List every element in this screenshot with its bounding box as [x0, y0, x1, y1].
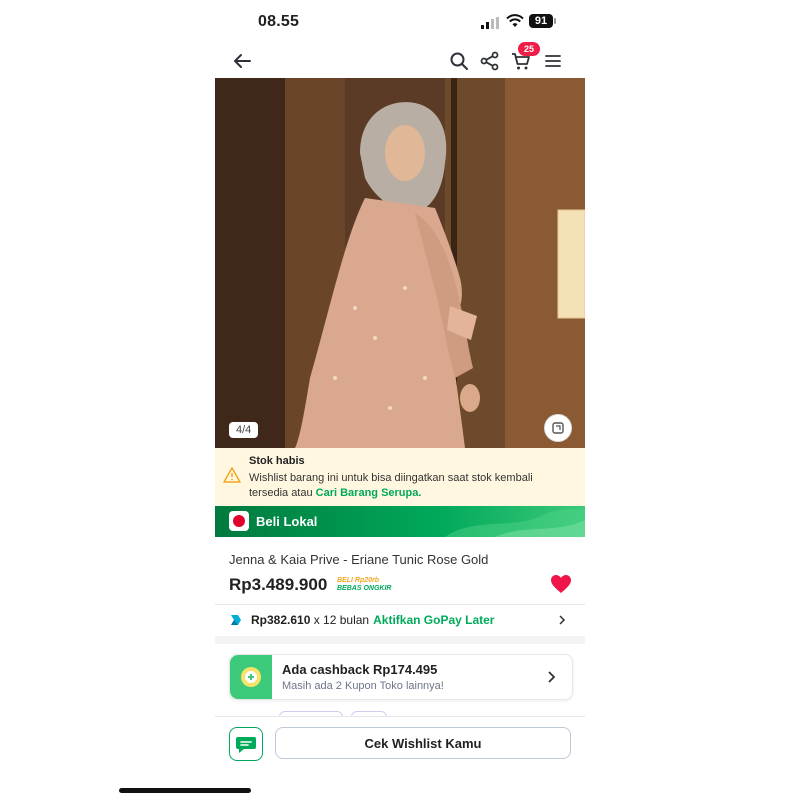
cashback-coupon-card[interactable]: Ada cashback Rp174.495 Masih ada 2 Kupon… — [229, 654, 573, 700]
back-arrow-icon[interactable] — [231, 50, 253, 72]
gopay-tenor: x 12 bulan — [313, 613, 370, 627]
chevron-right-icon — [548, 671, 556, 683]
chat-icon — [236, 737, 256, 753]
chat-button[interactable] — [229, 727, 263, 761]
similar-items-link[interactable]: Cari Barang Serupa. — [316, 487, 422, 499]
stock-notice: Stok habis Wishlist barang ini untuk bis… — [215, 448, 585, 506]
cart-count-badge: 25 — [518, 42, 540, 56]
section-separator — [215, 636, 585, 644]
gopay-icon — [231, 615, 241, 625]
product-photo-illustration — [215, 78, 585, 448]
beli-lokal-label: Beli Lokal — [256, 514, 318, 529]
wishlist-button[interactable]: Cek Wishlist Kamu — [275, 727, 571, 759]
beli-lokal-banner[interactable]: Beli Lokal — [215, 506, 585, 537]
expand-icon — [552, 422, 564, 434]
product-image[interactable]: 4/4 — [215, 78, 585, 448]
gopay-activate-link[interactable]: Aktifkan GoPay Later — [373, 613, 494, 627]
gopay-text: Rp382.610 x 12 bulan Aktifkan GoPay Later — [251, 613, 494, 627]
wifi-icon — [506, 14, 524, 27]
top-navigation: 25 — [215, 42, 585, 78]
bottom-action-bar: Cek Wishlist Kamu — [215, 716, 585, 773]
wishlist-heart-icon[interactable] — [550, 574, 572, 594]
beli-lokal-logo-icon — [229, 511, 249, 531]
warning-icon — [223, 467, 241, 483]
search-icon[interactable] — [448, 50, 470, 72]
home-indicator — [119, 788, 251, 793]
cashback-title: Ada cashback Rp174.495 — [282, 662, 438, 677]
menu-icon[interactable] — [542, 50, 564, 72]
product-title: Jenna & Kaia Prive - Eriane Tunic Rose G… — [229, 552, 489, 567]
gopay-later-row[interactable]: Rp382.610 x 12 bulan Aktifkan GoPay Later — [215, 605, 585, 635]
image-counter: 4/4 — [229, 422, 259, 438]
free-shipping-badge: BELI Rp20rb BEBAS ONGKIR — [337, 577, 391, 593]
signal-icon — [481, 17, 499, 29]
status-bar: 08.55 91 — [215, 0, 585, 42]
free-shipping-min: BELI Rp20rb — [337, 577, 380, 584]
stock-notice-message: Wishlist barang ini untuk bisa diingatka… — [249, 471, 569, 501]
stock-notice-title: Stok habis — [249, 455, 305, 467]
chevron-right-icon — [559, 615, 566, 625]
share-icon[interactable] — [479, 50, 501, 72]
gopay-amount: Rp382.610 — [251, 613, 311, 627]
battery-indicator: 91 — [529, 14, 556, 28]
coupon-icon-box — [230, 655, 272, 699]
zoom-button[interactable] — [544, 414, 572, 442]
coupon-icon — [241, 667, 261, 687]
free-shipping-label: BEBAS ONGKIR — [337, 585, 392, 592]
product-price: Rp3.489.900 — [229, 575, 328, 594]
status-time: 08.55 — [258, 13, 300, 30]
phone-screen: 08.55 91 25 4/4 Stok habis Wishlist bara… — [215, 0, 585, 800]
cashback-subtitle: Masih ada 2 Kupon Toko lainnya! — [282, 680, 444, 692]
